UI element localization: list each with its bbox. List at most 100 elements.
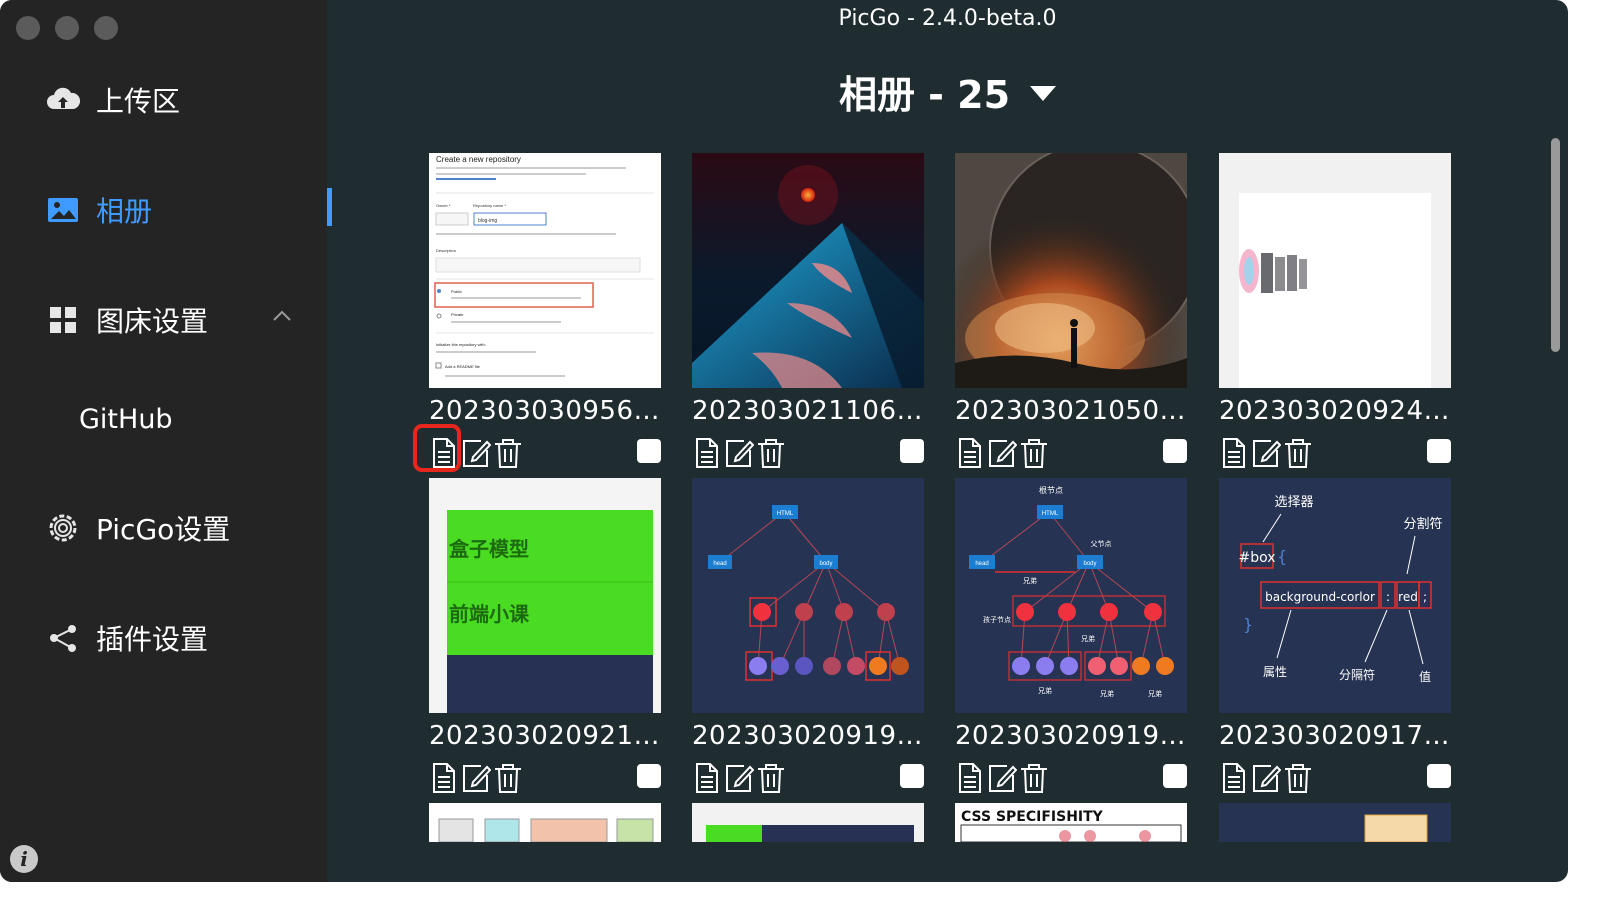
delete-icon[interactable] <box>493 437 523 469</box>
delete-icon[interactable] <box>1283 437 1313 469</box>
edit-icon[interactable] <box>1251 437 1281 469</box>
thumb-text: Description <box>436 248 456 253</box>
edit-icon[interactable] <box>987 437 1017 469</box>
thumbnail-partial[interactable] <box>1219 803 1451 842</box>
info-icon[interactable]: i <box>10 845 38 873</box>
image-icon <box>46 193 80 227</box>
chevron-up-icon[interactable] <box>272 308 292 322</box>
window-title: PicGo - 2.4.0-beta.0 <box>838 6 1057 31</box>
select-checkbox[interactable] <box>1163 439 1187 463</box>
copy-link-icon[interactable] <box>429 437 459 469</box>
caret-down-icon <box>1030 86 1057 101</box>
thumb-text: 兄弟 <box>1081 634 1095 643</box>
sidebar-item-picgo-settings[interactable]: PicGo设置 <box>46 504 230 552</box>
thumbnail[interactable]: 选择器 分割符 #box { background-corlor : red ;… <box>1219 478 1451 713</box>
album-header-dropdown[interactable]: 相册 - 25 <box>327 64 1568 119</box>
thumb-text: Private <box>451 312 464 317</box>
album-title: 相册 - 25 <box>838 73 1011 117</box>
thumb-text: 根节点 <box>1039 485 1063 495</box>
sidebar-item-label: PicGo设置 <box>96 513 231 546</box>
delete-icon[interactable] <box>756 437 786 469</box>
share-icon <box>46 621 80 655</box>
thumbnail[interactable]: 根节点 父节点 HTML head body 兄弟 孩子节点 兄弟 兄弟 兄弟 … <box>955 478 1187 713</box>
thumb-text: body <box>819 561 832 567</box>
card-actions <box>955 762 1187 796</box>
edit-icon[interactable] <box>987 762 1017 794</box>
thumb-text: Initialize this repository with: <box>436 342 486 347</box>
cloud-upload-icon <box>46 83 80 117</box>
edit-icon[interactable] <box>724 437 754 469</box>
edit-icon[interactable] <box>461 437 491 469</box>
thumb-text: Owner * <box>436 203 451 208</box>
card-actions <box>692 437 924 471</box>
thumb-text: } <box>1243 615 1253 634</box>
file-name: 2023030210502... <box>955 396 1187 426</box>
thumb-text: HTML <box>777 511 794 517</box>
copy-link-icon[interactable] <box>955 762 985 794</box>
card-actions <box>1219 437 1451 471</box>
file-name: 2023030209174... <box>1219 721 1451 751</box>
thumb-text: #box <box>1238 550 1275 566</box>
thumb-text: 兄弟 <box>1038 686 1052 695</box>
delete-icon[interactable] <box>1019 437 1049 469</box>
select-checkbox[interactable] <box>637 764 661 788</box>
thumb-text: 孩子节点 <box>983 615 1011 624</box>
file-name: 2023030209214... <box>429 721 661 751</box>
thumbnail[interactable]: Create a new repository Owner * Reposito… <box>429 153 661 388</box>
thumb-text: 前端小课 <box>449 602 530 626</box>
thumbnail[interactable] <box>1219 153 1451 388</box>
select-checkbox[interactable] <box>900 439 924 463</box>
sidebar-item-plugin-settings[interactable]: 插件设置 <box>46 614 208 662</box>
copy-link-icon[interactable] <box>692 437 722 469</box>
thumbnail[interactable]: 盒子模型 前端小课 <box>429 478 661 713</box>
delete-icon[interactable] <box>493 762 523 794</box>
thumbnail[interactable] <box>692 153 924 388</box>
sidebar-item-album[interactable]: 相册 <box>46 186 152 234</box>
file-name: 2023030209241... <box>1219 396 1451 426</box>
thumb-text: 分隔符 <box>1339 667 1375 682</box>
thumb-text: Create a new repository <box>436 155 521 164</box>
card-actions <box>955 437 1187 471</box>
card-actions <box>1219 762 1451 796</box>
copy-link-icon[interactable] <box>429 762 459 794</box>
select-checkbox[interactable] <box>1163 764 1187 788</box>
thumb-text: body <box>1083 561 1096 567</box>
thumb-text: ; <box>1423 590 1427 604</box>
thumb-text: head <box>975 561 988 567</box>
sidebar: 上传区 相册 图床设置 GitHub PicGo设置 插件设置 i <box>0 0 332 882</box>
minimize-window-button[interactable] <box>55 16 79 40</box>
delete-icon[interactable] <box>1283 762 1313 794</box>
select-checkbox[interactable] <box>1427 439 1451 463</box>
thumb-text: blog-img <box>478 218 497 224</box>
edit-icon[interactable] <box>1251 762 1281 794</box>
thumb-text: 属性 <box>1263 665 1287 679</box>
sidebar-item-upload[interactable]: 上传区 <box>46 76 180 124</box>
delete-icon[interactable] <box>756 762 786 794</box>
file-name: 2023030209195... <box>692 721 924 751</box>
sidebar-subitem-github[interactable]: GitHub <box>79 404 173 435</box>
sidebar-item-label: 上传区 <box>96 85 181 118</box>
thumbnail[interactable]: HTML head body <box>692 478 924 713</box>
thumbnail-partial[interactable] <box>429 803 661 842</box>
thumbnail-partial[interactable] <box>692 803 924 842</box>
thumb-text: 盒子模型 <box>448 537 529 561</box>
delete-icon[interactable] <box>1019 762 1049 794</box>
edit-icon[interactable] <box>724 762 754 794</box>
copy-link-icon[interactable] <box>692 762 722 794</box>
sidebar-item-picbed-settings[interactable]: 图床设置 <box>46 296 208 344</box>
thumbnail[interactable] <box>955 153 1187 388</box>
maximize-window-button[interactable] <box>94 16 118 40</box>
thumb-text: Public <box>451 289 462 294</box>
select-checkbox[interactable] <box>637 439 661 463</box>
scrollbar[interactable] <box>1551 138 1560 352</box>
copy-link-icon[interactable] <box>1219 762 1249 794</box>
select-checkbox[interactable] <box>1427 764 1451 788</box>
edit-icon[interactable] <box>461 762 491 794</box>
file-name: 2023030309562... <box>429 396 661 426</box>
thumb-text: 分割符 <box>1403 516 1442 532</box>
copy-link-icon[interactable] <box>955 437 985 469</box>
close-window-button[interactable] <box>16 16 40 40</box>
thumbnail-partial[interactable]: CSS SPECIFISHITY <box>955 803 1187 842</box>
select-checkbox[interactable] <box>900 764 924 788</box>
copy-link-icon[interactable] <box>1219 437 1249 469</box>
